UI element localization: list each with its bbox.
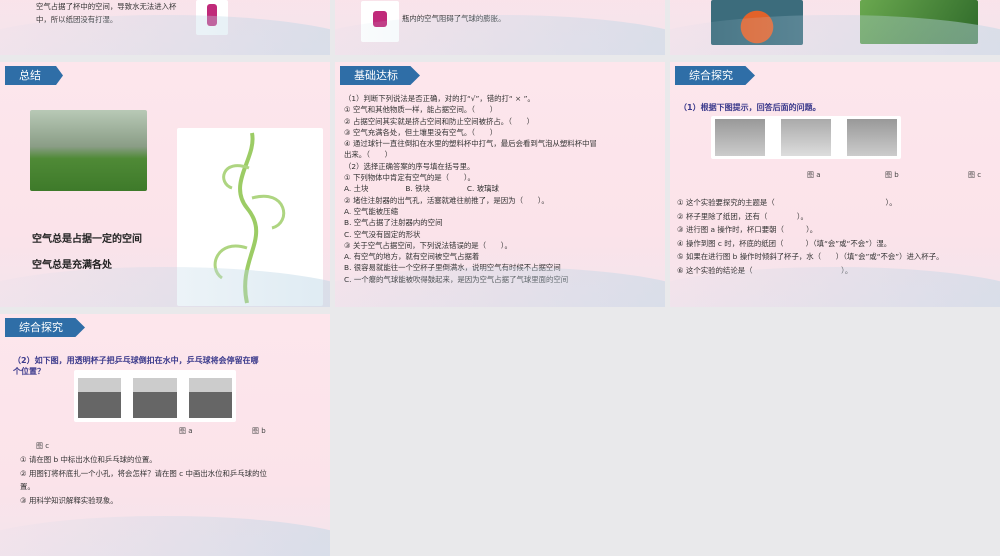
experiment-photos: [711, 116, 901, 159]
question-line: ⑥ 这个实验的结论是（ ）。: [677, 265, 853, 275]
section-tag: 基础达标: [340, 66, 420, 85]
question-line: ④ 通过球针一直往倒扣在水里的塑料杯中打气，最后会看到气泡从塑料杯中冒: [344, 139, 597, 149]
question-line: 置。: [20, 482, 35, 491]
question-list: ① 请在图 b 中标出水位和乒乓球的位置。 ② 用图钉将杯底扎一个小孔，将会怎样？…: [20, 453, 267, 507]
question-line: ① 空气和其他物质一样，能占据空间。（ ）: [344, 105, 498, 115]
question-line: ② 占据空间其实就是挤占空间和防止空间被挤占。（ ）: [344, 116, 535, 126]
caption: 图 b: [885, 171, 899, 179]
life-ring-image: [711, 0, 803, 45]
question-line: ③ 空气充满各处，但土壤里没有空气。（ ）: [344, 127, 498, 137]
slide-thumb-1[interactable]: 空气占据了杯中的空间，导致水无法进入杯 中，所以纸团没有打湿。: [0, 0, 330, 55]
question-list: （1）判断下列说法是否正确，对的打“√”，错的打“ × ”。 ① 空气和其他物质一…: [344, 93, 597, 285]
question-line: ① 这个实验要探究的主题是（ ）。: [677, 198, 897, 207]
slide-explore-2[interactable]: 综合探究 （2）如下图，用透明杯子把乒乓球倒扣在水中，乒乓球将会停留在哪 个位置…: [0, 314, 330, 556]
text-line: 中，所以纸团没有打湿。: [36, 15, 118, 24]
text-line: 瓶内的空气阻碍了气球的膨胀。: [402, 14, 506, 23]
vine-decoration-image: [177, 128, 323, 306]
question-line: ③ 用科学知识解释实验现象。: [20, 495, 118, 505]
slide-thumb-3[interactable]: [670, 0, 1000, 55]
caption: 图 a: [179, 427, 193, 435]
cartoon-kid-image: [361, 1, 399, 42]
question-line: ⑤ 如果在进行图 b 操作时倾斜了杯子，水（ ）（填“会”或“不会”）进入杯子。: [677, 252, 944, 261]
question-line: ① 请在图 b 中标出水位和乒乓球的位置。: [20, 455, 157, 464]
text-line: 空气占据了杯中的空间，导致水无法进入杯: [36, 2, 177, 11]
question-line: （1）判断下列说法是否正确，对的打“√”，错的打“ × ”。: [344, 94, 535, 103]
caption: 图 c: [36, 442, 50, 450]
cup-diagram: [74, 370, 236, 422]
girl-bubble-photo: [30, 110, 147, 191]
caption: 图 b: [252, 427, 266, 435]
caption: 图 a: [807, 171, 821, 179]
slide-basic[interactable]: 基础达标 （1）判断下列说法是否正确，对的打“√”，错的打“ × ”。 ① 空气和…: [335, 62, 665, 307]
question-line: ④ 操作到图 c 时，杯底的纸团（ ）（填“会”或“不会”）湿。: [677, 238, 892, 248]
question-line: 出来。（ ）: [344, 150, 393, 160]
section-tag: 总结: [5, 66, 63, 85]
question-line: A. 土块 B. 铁块 C. 玻璃球: [344, 184, 499, 194]
section-tag: 综合探究: [675, 66, 755, 85]
question-line: A. 有空气的地方，就有空间被空气占据着: [344, 252, 480, 262]
question-line: ② 杯子里除了纸团，还有（ ）。: [677, 211, 808, 221]
section-tag: 综合探究: [5, 318, 85, 337]
cartoon-kid-image: [196, 0, 228, 35]
question-line: B. 很容易就能往一个空杯子里倒满水，说明空气有时候不占据空间: [344, 263, 561, 273]
bubbles-image: [860, 0, 978, 44]
caption: 图 c: [968, 171, 982, 179]
slide-thumb-2[interactable]: 瓶内的空气阻碍了气球的膨胀。: [335, 0, 665, 55]
summary-line: 空气总是充满各处: [32, 260, 112, 271]
question-line: C. 空气没有固定的形状: [344, 229, 421, 239]
question-line: ③ 关于空气占据空间，下列说法错误的是（ ）。: [344, 240, 512, 250]
slide-summary[interactable]: 总结 空气总是占据一定的空间 空气总是充满各处: [0, 62, 330, 307]
question-line: ② 用图钉将杯底扎一个小孔，将会怎样？请在图 c 中画出水位和乒乓球的位: [20, 468, 267, 478]
question-line: （2）选择正确答案的序号填在括号里。: [344, 161, 475, 171]
question-line: ③ 进行图 a 操作时，杯口要朝（ ）。: [677, 225, 818, 234]
question-line: B. 空气占据了注射器内的空间: [344, 218, 443, 228]
slide-explore-1[interactable]: 综合探究 （1）根据下图提示，回答后面的问题。 图 a 图 b 图 c ① 这个…: [670, 62, 1000, 307]
question-title: 个位置？: [13, 367, 45, 376]
question-line: A. 空气能被压缩: [344, 206, 398, 216]
question-title: （2）如下图，用透明杯子把乒乓球倒扣在水中，乒乓球将会停留在哪: [13, 356, 259, 365]
question-title: （1）根据下图提示，回答后面的问题。: [679, 103, 821, 112]
question-line: ② 堵住注射器的出气孔，活塞就难往前推了，是因为（ ）。: [344, 195, 549, 205]
question-line: ① 下列物体中肯定有空气的是（ ）。: [344, 173, 475, 183]
question-line: C. 一个瘪的气球能被吹得鼓起来，是因为空气占据了气球里面的空间: [344, 274, 569, 284]
question-list: ① 这个实验要探究的主题是（ ）。 ② 杯子里除了纸团，还有（ ）。 ③ 进行图 a…: [677, 196, 943, 277]
summary-line: 空气总是占据一定的空间: [32, 234, 142, 245]
